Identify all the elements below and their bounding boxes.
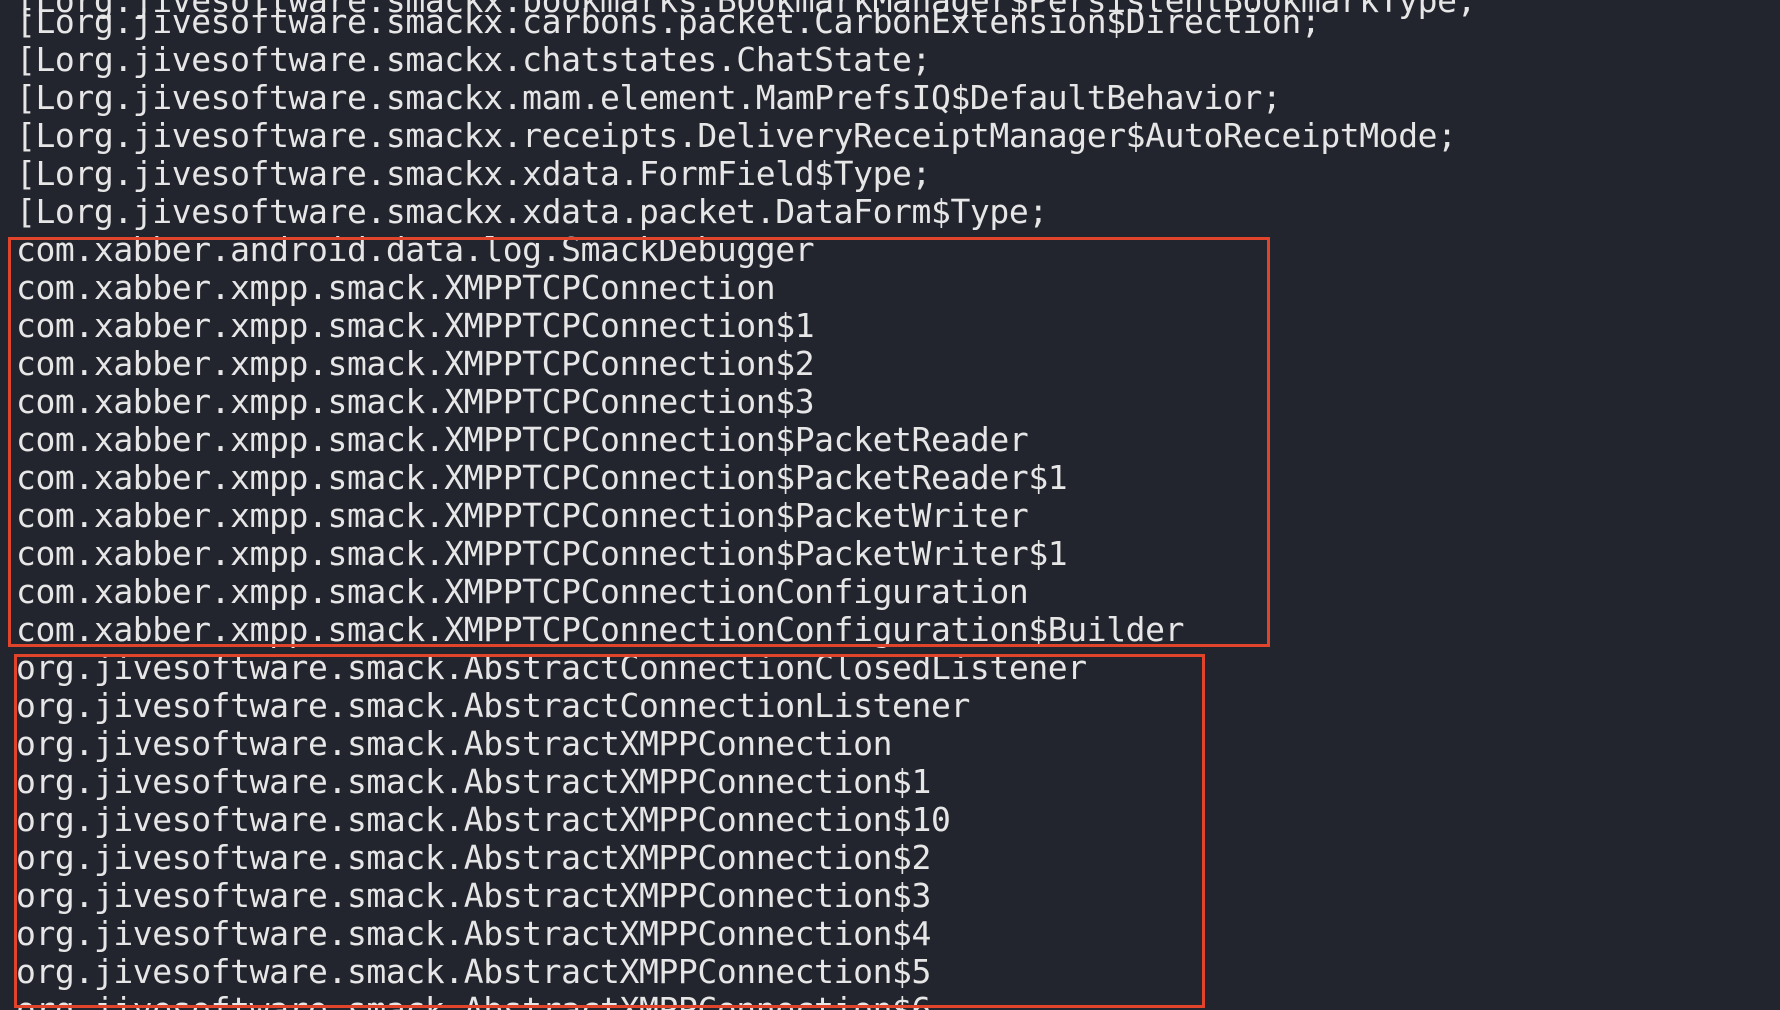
terminal-line: org.jivesoftware.smack.AbstractConnectio… (16, 686, 970, 725)
terminal-line: org.jivesoftware.smack.AbstractXMPPConne… (16, 990, 931, 1010)
terminal-line: com.xabber.xmpp.smack.XMPPTCPConnection$… (16, 534, 1068, 573)
terminal-line: com.xabber.xmpp.smack.XMPPTCPConnection$… (16, 458, 1068, 497)
terminal-line: [Lorg.jivesoftware.smackx.xdata.packet.D… (16, 192, 1048, 231)
terminal-line: [Lorg.jivesoftware.smackx.xdata.FormFiel… (16, 154, 931, 193)
terminal-line: com.xabber.xmpp.smack.XMPPTCPConnection$… (16, 344, 815, 383)
terminal-line: [Lorg.jivesoftware.smackx.carbons.packet… (16, 2, 1321, 41)
terminal-line: com.xabber.xmpp.smack.XMPPTCPConnection (16, 268, 776, 307)
terminal-line: [Lorg.jivesoftware.smackx.receipts.Deliv… (16, 116, 1457, 155)
terminal-line: com.xabber.android.data.log.SmackDebugge… (16, 230, 815, 269)
terminal-line: org.jivesoftware.smack.AbstractConnectio… (16, 648, 1087, 687)
terminal-line: [Lorg.jivesoftware.smackx.mam.element.Ma… (16, 78, 1282, 117)
terminal-line: org.jivesoftware.smack.AbstractXMPPConne… (16, 762, 931, 801)
terminal-line: com.xabber.xmpp.smack.XMPPTCPConnectionC… (16, 572, 1029, 611)
terminal-line: [Lorg.jivesoftware.smackx.chatstates.Cha… (16, 40, 931, 79)
terminal-line: com.xabber.xmpp.smack.XMPPTCPConnection$… (16, 382, 815, 421)
terminal-line: com.xabber.xmpp.smack.XMPPTCPConnection$… (16, 306, 815, 345)
terminal-line: com.xabber.xmpp.smack.XMPPTCPConnection$… (16, 420, 1029, 459)
terminal-line: org.jivesoftware.smack.AbstractXMPPConne… (16, 838, 931, 877)
terminal-line: org.jivesoftware.smack.AbstractXMPPConne… (16, 876, 931, 915)
terminal-line: org.jivesoftware.smack.AbstractXMPPConne… (16, 952, 931, 991)
terminal-line: org.jivesoftware.smack.AbstractXMPPConne… (16, 800, 951, 839)
terminal-output: [Lorg.jivesoftware.smackx.bookmarks.Book… (0, 0, 1780, 1010)
terminal-line: org.jivesoftware.smack.AbstractXMPPConne… (16, 724, 893, 763)
terminal-line: org.jivesoftware.smack.AbstractXMPPConne… (16, 914, 931, 953)
terminal-line: com.xabber.xmpp.smack.XMPPTCPConnectionC… (16, 610, 1185, 649)
terminal-line: com.xabber.xmpp.smack.XMPPTCPConnection$… (16, 496, 1029, 535)
